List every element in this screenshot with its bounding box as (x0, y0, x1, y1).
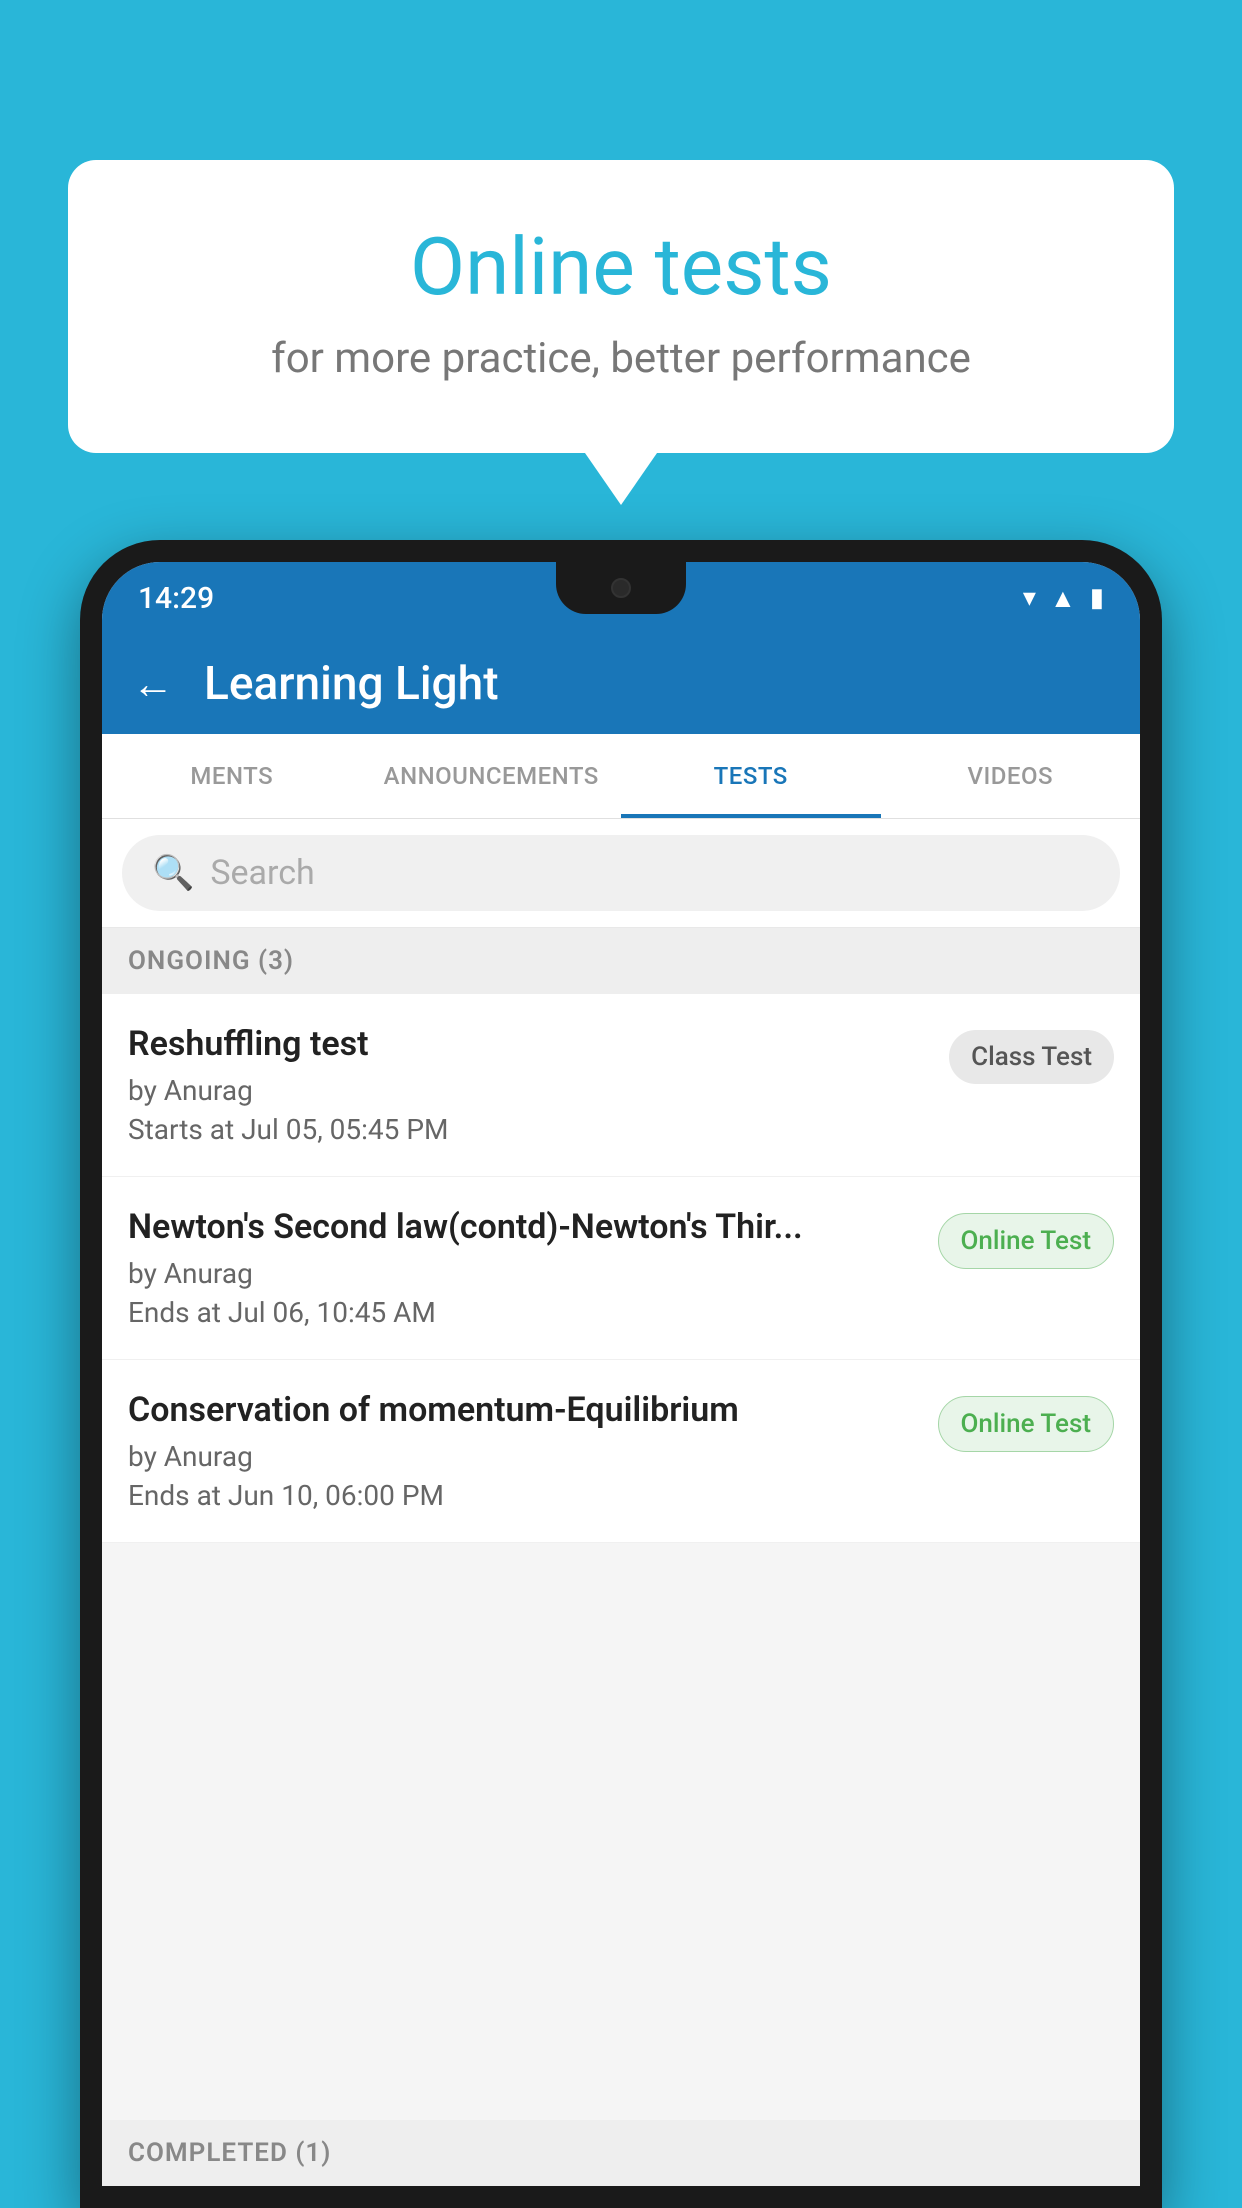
test-info-3: Conservation of momentum-Equilibrium by … (128, 1390, 938, 1512)
tab-ments[interactable]: MENTS (102, 734, 362, 818)
test-name-1: Reshuffling test (128, 1024, 929, 1064)
search-input-wrapper[interactable]: 🔍 Search (122, 835, 1120, 911)
tabs-bar: MENTS ANNOUNCEMENTS TESTS VIDEOS (102, 734, 1140, 819)
wifi-icon: ▾ (1023, 583, 1036, 613)
camera-dot (611, 578, 631, 598)
back-button[interactable]: ← (132, 660, 174, 709)
app-title: Learning Light (204, 657, 499, 711)
test-list: Reshuffling test by Anurag Starts at Jul… (102, 994, 1140, 1543)
completed-section-header: COMPLETED (1) (102, 2120, 1140, 2186)
test-time-1: Starts at Jul 05, 05:45 PM (128, 1113, 929, 1146)
test-name-3: Conservation of momentum-Equilibrium (128, 1390, 918, 1430)
tab-announcements[interactable]: ANNOUNCEMENTS (362, 734, 622, 818)
app-header: ← Learning Light (102, 634, 1140, 734)
battery-icon: ▮ (1090, 583, 1104, 613)
test-time-3: Ends at Jun 10, 06:00 PM (128, 1479, 918, 1512)
status-time: 14:29 (138, 581, 214, 616)
bubble-title: Online tests (148, 220, 1094, 314)
test-info-1: Reshuffling test by Anurag Starts at Jul… (128, 1024, 949, 1146)
speech-bubble: Online tests for more practice, better p… (68, 160, 1174, 453)
test-author-2: by Anurag (128, 1257, 918, 1290)
test-info-2: Newton's Second law(contd)-Newton's Thir… (128, 1207, 938, 1329)
test-item-3[interactable]: Conservation of momentum-Equilibrium by … (102, 1360, 1140, 1543)
test-badge-1: Class Test (949, 1030, 1114, 1084)
tab-tests[interactable]: TESTS (621, 734, 881, 818)
test-author-3: by Anurag (128, 1440, 918, 1473)
status-bar: 14:29 ▾ ▲ ▮ (102, 562, 1140, 634)
test-item-2[interactable]: Newton's Second law(contd)-Newton's Thir… (102, 1177, 1140, 1360)
status-icons: ▾ ▲ ▮ (1023, 583, 1104, 614)
tab-videos[interactable]: VIDEOS (881, 734, 1141, 818)
completed-label: COMPLETED (1) (128, 2138, 331, 2168)
ongoing-label: ONGOING (3) (128, 946, 294, 976)
speech-bubble-container: Online tests for more practice, better p… (68, 160, 1174, 453)
test-author-1: by Anurag (128, 1074, 929, 1107)
test-badge-3: Online Test (938, 1396, 1115, 1452)
search-container: 🔍 Search (102, 819, 1140, 928)
ongoing-section-header: ONGOING (3) (102, 928, 1140, 994)
search-icon: 🔍 (152, 853, 194, 893)
notch (556, 562, 686, 614)
phone-screen: 14:29 ▾ ▲ ▮ ← Learning Light MENTS ANNOU… (102, 562, 1140, 2186)
test-badge-2: Online Test (938, 1213, 1115, 1269)
search-input[interactable]: Search (210, 853, 314, 893)
bubble-subtitle: for more practice, better performance (148, 334, 1094, 383)
test-name-2: Newton's Second law(contd)-Newton's Thir… (128, 1207, 918, 1247)
test-time-2: Ends at Jul 06, 10:45 AM (128, 1296, 918, 1329)
test-item-1[interactable]: Reshuffling test by Anurag Starts at Jul… (102, 994, 1140, 1177)
signal-icon: ▲ (1050, 583, 1076, 614)
phone-frame: 14:29 ▾ ▲ ▮ ← Learning Light MENTS ANNOU… (80, 540, 1162, 2208)
